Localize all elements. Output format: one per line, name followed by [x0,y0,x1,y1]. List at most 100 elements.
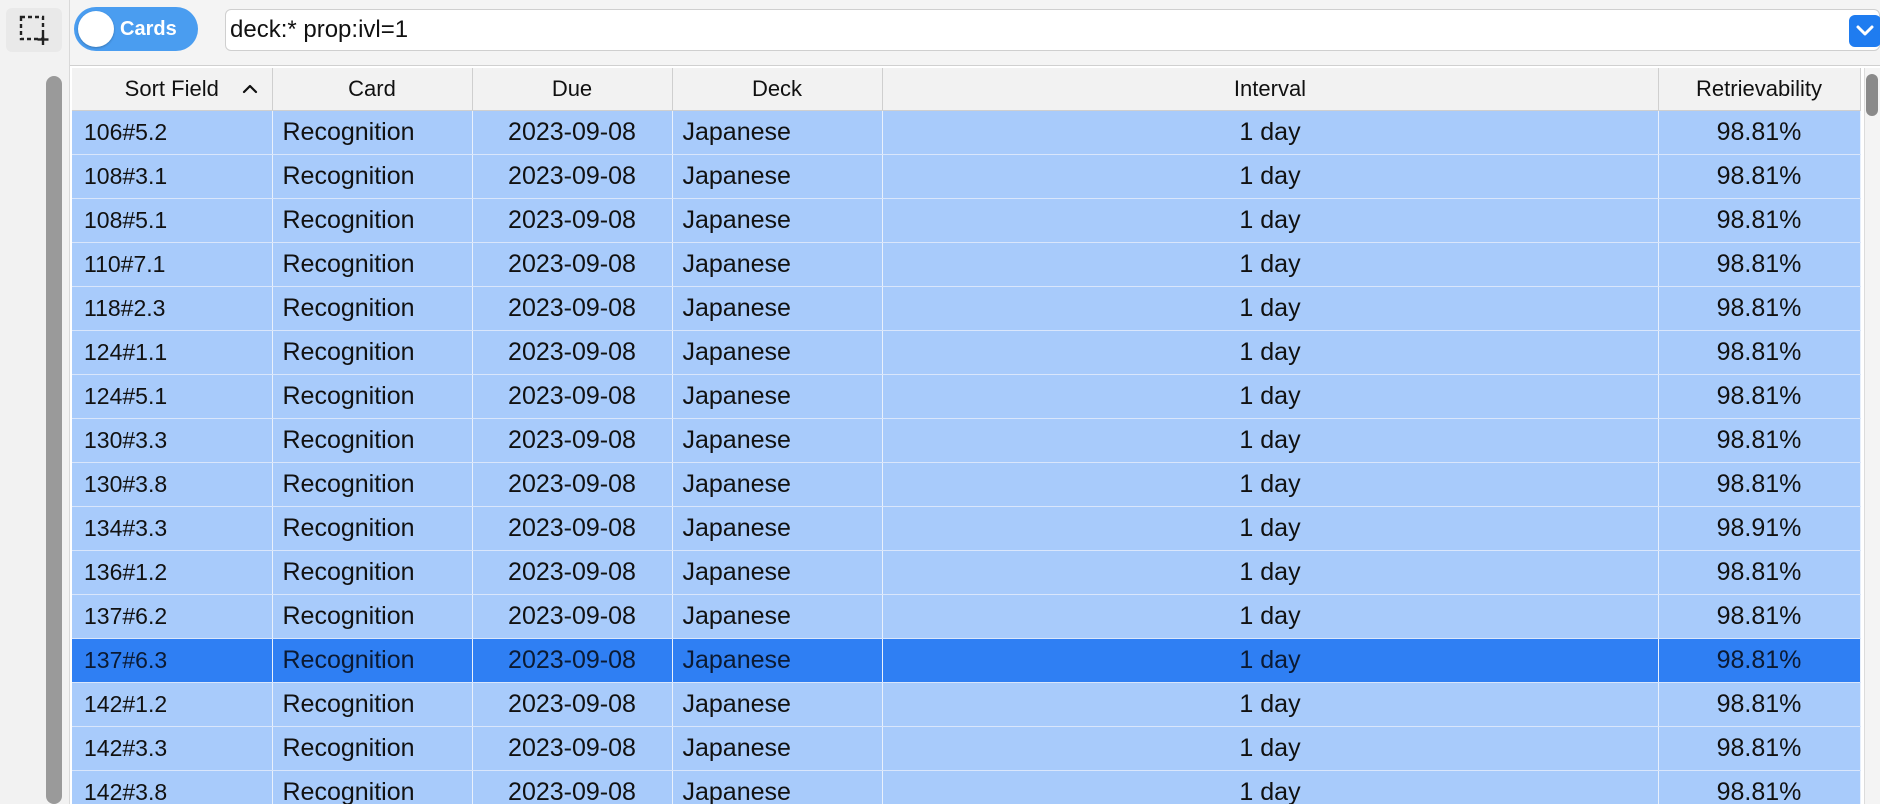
table-row[interactable]: 142#1.2 Recognition 2023-09-08 Japanese 1 da… [72,682,1861,727]
cell-retrievability[interactable]: 98.81% [1658,462,1861,507]
toggle-knob[interactable] [78,11,114,47]
table-row[interactable]: 134#3.3 Recognition 2023-09-08 Japanese 1 da… [72,506,1861,551]
cell-card[interactable]: Recognition [272,374,473,419]
cell-interval[interactable]: 1 day [882,242,1659,287]
cell-deck[interactable]: Japanese [672,594,883,639]
column-header-retrievability[interactable]: Retrievability [1658,68,1861,111]
cell-sort-field[interactable]: 118#2.3 [72,286,273,331]
cell-interval[interactable]: 1 day [882,330,1659,375]
table-row[interactable]: 130#3.8 Recognition 2023-09-08 Japanese 1 da… [72,462,1861,507]
column-header-deck[interactable]: Deck [672,68,883,111]
cell-deck[interactable]: Japanese [672,550,883,595]
cell-interval[interactable]: 1 day [882,286,1659,331]
cell-interval[interactable]: 1 day [882,594,1659,639]
cell-retrievability[interactable]: 98.81% [1658,154,1861,199]
cell-retrievability[interactable]: 98.81% [1658,418,1861,463]
cell-card[interactable]: Recognition [272,770,473,804]
cell-sort-field[interactable]: 142#3.8 [72,770,273,804]
cell-sort-field[interactable]: 110#7.1 [72,242,273,287]
cell-retrievability[interactable]: 98.81% [1658,242,1861,287]
cell-due[interactable]: 2023-09-08 [472,506,673,551]
cell-sort-field[interactable]: 134#3.3 [72,506,273,551]
table-row[interactable]: 124#5.1 Recognition 2023-09-08 Japanese 1 da… [72,374,1861,419]
cell-sort-field[interactable]: 106#5.2 [72,110,273,155]
cell-retrievability[interactable]: 98.81% [1658,374,1861,419]
cell-deck[interactable]: Japanese [672,462,883,507]
cell-interval[interactable]: 1 day [882,198,1659,243]
cell-due[interactable]: 2023-09-08 [472,638,673,683]
cell-sort-field[interactable]: 130#3.3 [72,418,273,463]
cell-due[interactable]: 2023-09-08 [472,682,673,727]
cards-notes-toggle[interactable]: Cards [74,7,198,51]
sidebar-scrollbar[interactable] [46,76,62,804]
cell-retrievability[interactable]: 98.81% [1658,198,1861,243]
cell-card[interactable]: Recognition [272,198,473,243]
search-input[interactable] [230,10,1810,50]
table-row[interactable]: 108#5.1 Recognition 2023-09-08 Japanese 1 da… [72,198,1861,243]
cell-retrievability[interactable]: 98.81% [1658,638,1861,683]
table-row[interactable]: 118#2.3 Recognition 2023-09-08 Japanese 1 da… [72,286,1861,331]
cell-deck[interactable]: Japanese [672,154,883,199]
cell-due[interactable]: 2023-09-08 [472,726,673,771]
cell-card[interactable]: Recognition [272,418,473,463]
cell-interval[interactable]: 1 day [882,638,1659,683]
cell-due[interactable]: 2023-09-08 [472,198,673,243]
cell-interval[interactable]: 1 day [882,682,1659,727]
cell-card[interactable]: Recognition [272,110,473,155]
cell-deck[interactable]: Japanese [672,286,883,331]
cell-card[interactable]: Recognition [272,594,473,639]
cell-due[interactable]: 2023-09-08 [472,418,673,463]
cell-due[interactable]: 2023-09-08 [472,286,673,331]
cell-sort-field[interactable]: 137#6.3 [72,638,273,683]
cell-due[interactable]: 2023-09-08 [472,462,673,507]
cell-interval[interactable]: 1 day [882,110,1659,155]
cell-sort-field[interactable]: 142#1.2 [72,682,273,727]
table-row[interactable]: 110#7.1 Recognition 2023-09-08 Japanese 1 da… [72,242,1861,287]
cell-interval[interactable]: 1 day [882,550,1659,595]
cell-interval[interactable]: 1 day [882,154,1659,199]
cell-interval[interactable]: 1 day [882,374,1659,419]
cell-interval[interactable]: 1 day [882,726,1659,771]
column-header-sort-field[interactable]: Sort Field [72,68,273,111]
table-scrollbar-track[interactable] [1864,68,1880,804]
cell-card[interactable]: Recognition [272,638,473,683]
column-header-due[interactable]: Due [472,68,673,111]
cell-interval[interactable]: 1 day [882,462,1659,507]
cell-retrievability[interactable]: 98.81% [1658,594,1861,639]
cell-deck[interactable]: Japanese [672,198,883,243]
cell-deck[interactable]: Japanese [672,418,883,463]
cell-due[interactable]: 2023-09-08 [472,110,673,155]
cell-due[interactable]: 2023-09-08 [472,550,673,595]
cell-card[interactable]: Recognition [272,506,473,551]
cell-card[interactable]: Recognition [272,726,473,771]
cell-due[interactable]: 2023-09-08 [472,154,673,199]
cell-deck[interactable]: Japanese [672,638,883,683]
cell-retrievability[interactable]: 98.81% [1658,726,1861,771]
cell-retrievability[interactable]: 98.81% [1658,550,1861,595]
cell-deck[interactable]: Japanese [672,330,883,375]
cell-retrievability[interactable]: 98.81% [1658,110,1861,155]
table-row[interactable]: 106#5.2 Recognition 2023-09-08 Japanese 1 da… [72,110,1861,155]
table-row[interactable]: 108#3.1 Recognition 2023-09-08 Japanese 1 da… [72,154,1861,199]
cell-card[interactable]: Recognition [272,286,473,331]
cell-deck[interactable]: Japanese [672,374,883,419]
cell-sort-field[interactable]: 108#5.1 [72,198,273,243]
cell-interval[interactable]: 1 day [882,418,1659,463]
cell-retrievability[interactable]: 98.81% [1658,682,1861,727]
cell-card[interactable]: Recognition [272,462,473,507]
cell-card[interactable]: Recognition [272,550,473,595]
cell-deck[interactable]: Japanese [672,110,883,155]
cell-sort-field[interactable]: 124#1.1 [72,330,273,375]
table-row[interactable]: 137#6.2 Recognition 2023-09-08 Japanese 1 da… [72,594,1861,639]
column-header-card[interactable]: Card [272,68,473,111]
cell-sort-field[interactable]: 108#3.1 [72,154,273,199]
cell-deck[interactable]: Japanese [672,506,883,551]
cell-card[interactable]: Recognition [272,330,473,375]
table-row[interactable]: 136#1.2 Recognition 2023-09-08 Japanese 1 da… [72,550,1861,595]
table-scrollbar-thumb[interactable] [1866,74,1878,116]
cell-card[interactable]: Recognition [272,242,473,287]
table-row[interactable]: 124#1.1 Recognition 2023-09-08 Japanese 1 da… [72,330,1861,375]
cell-due[interactable]: 2023-09-08 [472,770,673,804]
table-row[interactable]: 137#6.3 Recognition 2023-09-08 Japanese 1 da… [72,638,1861,683]
cell-sort-field[interactable]: 130#3.8 [72,462,273,507]
